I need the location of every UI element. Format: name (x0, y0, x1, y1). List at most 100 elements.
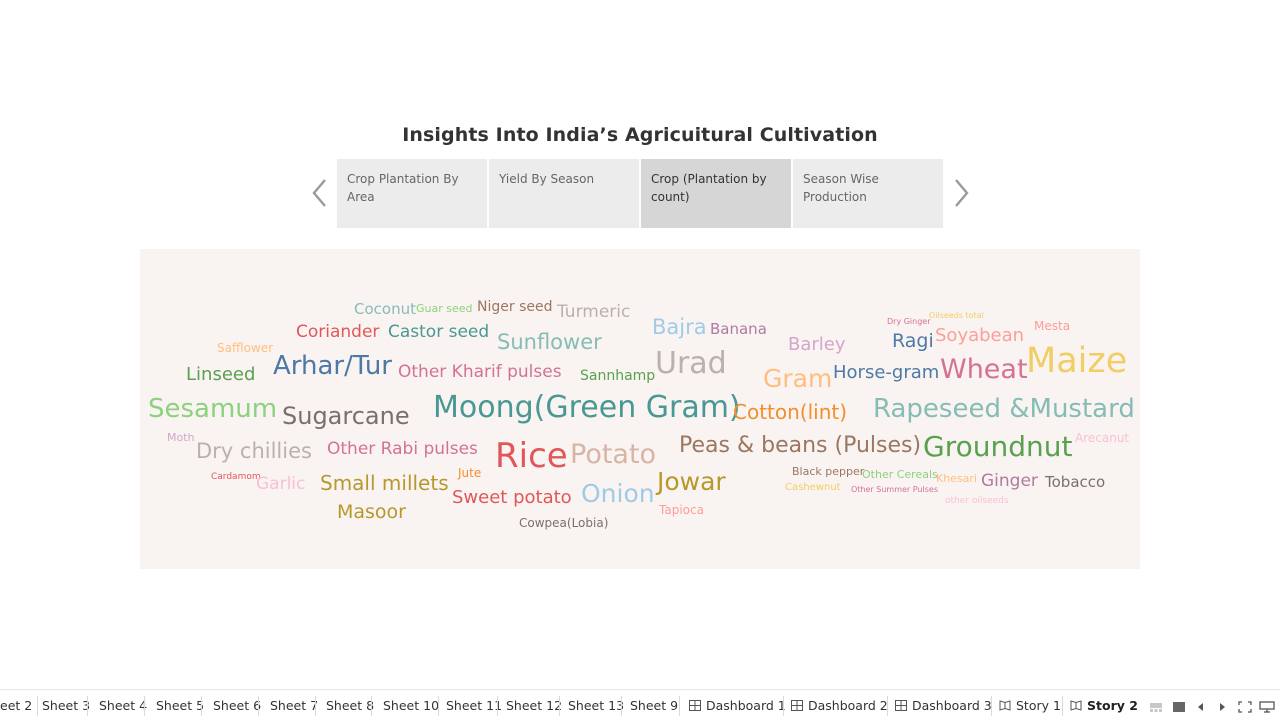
crop-word[interactable]: Dry chillies (196, 441, 312, 462)
story-point-crop-plantation-by-count[interactable]: Crop (Plantation by count) (641, 159, 791, 228)
sheet-tab[interactable]: Sheet 12 (506, 690, 562, 721)
crop-word[interactable]: Moth (167, 432, 195, 443)
crop-word[interactable]: Soyabean (935, 327, 1024, 345)
crop-word[interactable]: Bajra (652, 317, 707, 338)
crop-word[interactable]: Rapeseed &Mustard (873, 396, 1135, 422)
sheet-tab[interactable]: Sheet 6 (213, 690, 261, 721)
sheet-tab[interactable]: Sheet 3 (42, 690, 90, 721)
crop-word[interactable]: Onion (581, 481, 655, 506)
tab-divider (144, 696, 145, 716)
chevron-right-icon[interactable] (950, 176, 972, 210)
crop-word[interactable]: Oilseeds total (929, 312, 984, 320)
chevron-left-icon[interactable] (309, 176, 331, 210)
crop-word[interactable]: Tobacco (1045, 475, 1105, 490)
crop-word[interactable]: Cotton(lint) (733, 402, 847, 422)
crop-word[interactable]: Jute (458, 467, 481, 479)
crop-word[interactable]: Garlic (256, 476, 305, 493)
sheet-tab[interactable]: Sheet 4 (99, 690, 147, 721)
story-point-season-wise-production[interactable]: Season Wise Production (793, 159, 943, 228)
crop-word[interactable]: Coriander (296, 324, 379, 341)
crop-word[interactable]: Other Cereals (862, 469, 938, 480)
tab-divider (37, 696, 38, 716)
sheet-tab-label: Sheet 6 (213, 698, 262, 713)
crop-word[interactable]: Sannhamp (580, 369, 655, 383)
crop-word[interactable]: Mesta (1034, 320, 1070, 332)
crop-word[interactable]: Coconut (354, 302, 416, 317)
sheet-tab[interactable]: Dashboard 1 (689, 690, 786, 721)
sheet-tab-label: Sheet 12 (506, 698, 563, 713)
sheet-tab[interactable]: Sheet 9 (630, 690, 678, 721)
crop-word[interactable]: Moong(Green Gram) (433, 393, 741, 423)
crop-word[interactable]: Turmeric (557, 304, 630, 321)
crop-word[interactable]: Cowpea(Lobia) (519, 517, 608, 529)
crop-word[interactable]: Jowar (657, 469, 726, 494)
tab-divider (559, 696, 560, 716)
crop-word[interactable]: Wheat (940, 356, 1028, 383)
sheet-tab-label: Story 1 (1016, 698, 1061, 713)
crop-word[interactable]: Sweet potato (452, 489, 572, 507)
crop-word[interactable]: Tapioca (659, 504, 704, 516)
sheet-tab[interactable]: Sheet 11 (446, 690, 502, 721)
crop-word[interactable]: Ginger (981, 473, 1038, 490)
crop-word[interactable]: Castor seed (388, 324, 489, 341)
crop-word[interactable]: Safflower (217, 342, 273, 354)
crop-word[interactable]: Arecanut (1075, 432, 1129, 444)
crop-word[interactable]: Cardamom (211, 473, 261, 482)
crop-word[interactable]: Masoor (337, 503, 406, 522)
crop-word[interactable]: Khesari (936, 473, 977, 484)
tab-divider (783, 696, 784, 716)
sheet-tab[interactable]: Story 1 (999, 690, 1061, 721)
story-point-label: Season Wise Production (803, 172, 879, 204)
crop-word[interactable]: Small millets (320, 473, 449, 493)
previous-tab-icon[interactable] (1196, 698, 1206, 717)
crop-word[interactable]: Maize (1026, 344, 1127, 379)
crop-word[interactable]: Guar seed (416, 303, 473, 314)
crop-word[interactable]: Linseed (186, 366, 255, 384)
sheet-tab[interactable]: Story 2 (1070, 690, 1138, 721)
crop-word[interactable]: Sugarcane (282, 404, 410, 428)
crop-word[interactable]: Other Summer Pulses (851, 486, 938, 494)
crop-word[interactable]: Other Kharif pulses (398, 364, 562, 381)
sheet-tab-label: Dashboard 1 (706, 698, 786, 713)
crop-word[interactable]: Rice (495, 439, 568, 473)
sheet-tab[interactable]: Sheet 8 (326, 690, 374, 721)
crop-word[interactable]: Arhar/Tur (273, 353, 392, 379)
crop-word[interactable]: Potato (570, 441, 656, 468)
crop-word[interactable]: other oilseeds (945, 497, 1009, 506)
crop-word[interactable]: Black pepper (792, 466, 864, 477)
filmstrip-icon[interactable] (1149, 698, 1163, 717)
crop-word[interactable]: Groundnut (923, 433, 1072, 461)
crop-word[interactable]: Gram (763, 366, 832, 391)
story-point-yield-by-season[interactable]: Yield By Season (489, 159, 639, 228)
dashboard-icon (791, 698, 808, 713)
crop-word[interactable]: Niger seed (477, 300, 552, 314)
crop-word[interactable]: Cashewnut (785, 483, 841, 493)
presentation-icon[interactable] (1259, 698, 1275, 717)
crop-word-cloud[interactable]: Coconut Guar seed Niger seed Turmeric Corian… (140, 249, 1140, 569)
sheet-tab[interactable]: Sheet 10 (383, 690, 439, 721)
crop-word[interactable]: Banana (710, 322, 767, 337)
story-point-crop-plantation-by-area[interactable]: Crop Plantation By Area (337, 159, 487, 228)
sheet-tab[interactable]: Dashboard 3 (895, 690, 992, 721)
story-icon (999, 698, 1016, 713)
sheet-tab-label: Sheet 10 (383, 698, 440, 713)
next-tab-icon[interactable] (1217, 698, 1227, 717)
grid-view-icon[interactable] (1172, 698, 1186, 717)
crop-word[interactable]: Ragi (892, 332, 934, 351)
fit-screen-icon[interactable] (1238, 698, 1252, 717)
sheet-tab[interactable]: eet 2 (0, 690, 32, 721)
crop-word[interactable]: Sesamum (148, 396, 277, 422)
sheet-tab[interactable]: Dashboard 2 (791, 690, 888, 721)
dashboard-icon (689, 698, 706, 713)
crop-word[interactable]: Peas & beans (Pulses) (679, 435, 921, 457)
sheet-tab[interactable]: Sheet 5 (156, 690, 204, 721)
sheet-tab[interactable]: Sheet 13 (568, 690, 624, 721)
tab-divider (438, 696, 439, 716)
crop-word[interactable]: Other Rabi pulses (327, 441, 478, 458)
crop-word[interactable]: Horse-gram (833, 364, 939, 382)
crop-word[interactable]: Barley (788, 336, 846, 354)
crop-word[interactable]: Dry Ginger (887, 318, 931, 326)
crop-word[interactable]: Urad (655, 349, 727, 379)
sheet-tab[interactable]: Sheet 7 (270, 690, 318, 721)
crop-word[interactable]: Sunflower (497, 332, 602, 353)
